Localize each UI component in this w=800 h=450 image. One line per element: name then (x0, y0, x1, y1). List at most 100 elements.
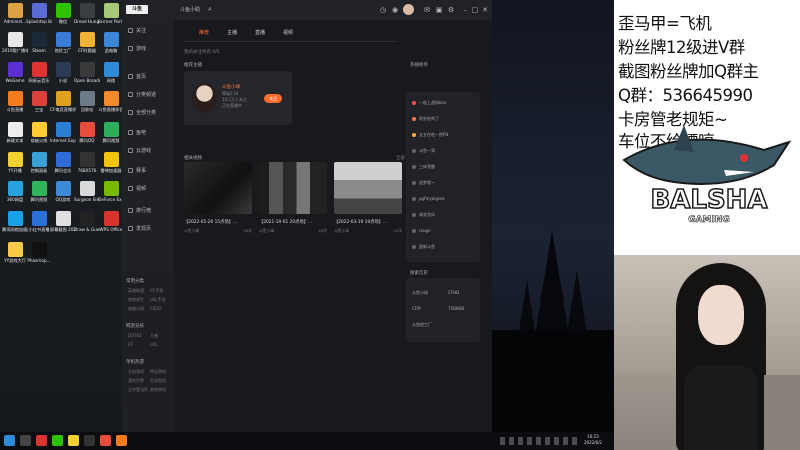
category-link[interactable]: DOTA2 (128, 333, 142, 338)
hot-search-item[interactable]: 五五在吃一把FN (412, 132, 448, 138)
desktop-icon[interactable]: 三宝 (26, 91, 52, 112)
category-link[interactable]: 怀旧游戏 (150, 369, 166, 375)
desktop-icon[interactable]: 腾讯视频 (26, 180, 52, 202)
desktop-icon[interactable]: Open Broadcast... (74, 61, 100, 83)
desktop-icon[interactable]: Draw & Guess (74, 211, 100, 232)
history-item[interactable]: CFHD (448, 290, 459, 295)
hot-search-item[interactable]: 三体答题 (412, 164, 435, 170)
sidebar-item[interactable]: 排行榜 (128, 206, 151, 216)
sidebar-item[interactable]: 关注 (128, 26, 146, 36)
sidebar-item[interactable]: 全部分类 (128, 108, 156, 118)
desktop-icon[interactable]: 此电脑 (98, 31, 124, 53)
desktop-icon[interactable]: Phasmop... (26, 241, 52, 263)
taskbar-app-icon[interactable] (68, 435, 79, 446)
history-item[interactable]: 斗鱼他工厂 (412, 322, 432, 328)
tab-recommend[interactable]: 推荐 (194, 28, 214, 38)
taskbar-app-icon[interactable] (84, 435, 95, 446)
desktop-icon[interactable]: WeGame (2, 61, 28, 83)
desktop-icon[interactable]: Dread Hunger (74, 3, 100, 24)
avatar[interactable] (403, 4, 414, 15)
taskbar-app-icon[interactable] (20, 435, 31, 446)
desktop-icon[interactable]: 2019版广播电视编导... (2, 31, 28, 53)
tab-streamer[interactable]: 主播 (222, 28, 242, 38)
desktop-icon[interactable]: QQ游戏 (50, 180, 76, 202)
category-link[interactable]: 艾尔登法环 (128, 387, 148, 393)
history-item[interactable]: 75BNSB (448, 306, 464, 311)
category-link[interactable]: 生化危机 (150, 378, 166, 384)
follow-button[interactable]: 关注 (264, 94, 282, 103)
video-title[interactable]: 【2022-03-19 19点场】... (334, 219, 402, 225)
taskbar-app-icon[interactable] (100, 435, 111, 446)
history-item[interactable]: CFM (412, 306, 421, 311)
sidebar-item[interactable]: 云游戏 (128, 146, 151, 156)
sidebar-item[interactable]: 游戏 (128, 44, 146, 54)
desktop-icon[interactable]: 新建文本 (2, 121, 28, 143)
video-title[interactable]: 【2022-05-26 15点场】... (184, 219, 252, 225)
video-title[interactable]: 【2021-10-01 20点场】... (259, 219, 327, 225)
sidebar-item[interactable]: 视频 (128, 184, 146, 194)
history-item[interactable]: 斗鱼小球 (412, 290, 428, 296)
category-link[interactable]: 我的世界 (128, 378, 144, 384)
sidebar-item[interactable]: 首页 (128, 72, 146, 82)
category-link[interactable]: LOL手游 (150, 297, 165, 303)
desktop-icon[interactable]: Farmer Party (98, 3, 124, 24)
category-link[interactable]: 其他单机 (150, 387, 166, 393)
sidebar-item[interactable]: 鱼吧 (128, 128, 146, 138)
maximize-icon[interactable]: □ (470, 5, 480, 15)
hot-search-item[interactable]: 阿业吃鸡了 (412, 116, 439, 122)
tab-video[interactable]: 视频 (278, 28, 298, 38)
desktop-icon[interactable]: 斗鱼直播 (2, 91, 28, 112)
desktop-icon[interactable]: 回收站 (74, 91, 100, 112)
tray-clock[interactable]: 16:23 2022/6/2 (584, 434, 602, 446)
hot-search-item[interactable]: 追梦第一 (412, 180, 435, 186)
desktop-icon[interactable]: 穿越火线 (26, 121, 52, 143)
category-link[interactable]: CSGO (150, 306, 162, 311)
hot-search-item[interactable]: rouge (412, 228, 431, 233)
settings-icon[interactable]: ⚙ (446, 5, 456, 15)
video-thumbnail[interactable] (184, 162, 252, 214)
videos-more-link[interactable]: 全部 (396, 155, 405, 161)
desktop-icon[interactable]: 屏幕截图 2022... (50, 211, 76, 232)
desktop-icon[interactable]: 网络 (98, 61, 124, 83)
category-link[interactable]: CF (128, 342, 133, 347)
desktop-icon[interactable]: 斗鱼直播伴侣 (98, 91, 124, 112)
desktop-icon[interactable]: Splashtop Business (26, 3, 52, 24)
desktop-icon[interactable]: 768X576 (74, 152, 100, 173)
category-link[interactable]: 主机游戏 (128, 369, 144, 375)
search-icon[interactable]: ⌕ (208, 5, 212, 14)
video-thumbnail[interactable] (259, 162, 327, 214)
desktop-icon[interactable]: 腾讯QQ (74, 121, 100, 143)
desktop-icon[interactable]: 雷神加速器 (98, 152, 124, 173)
sidebar-item[interactable]: 发现页 (128, 224, 151, 234)
desktop-icon[interactable]: 腾讯视频 (98, 121, 124, 143)
desktop-icon[interactable]: 网易云音乐 (26, 61, 52, 83)
desktop-icon[interactable]: Steam (26, 31, 52, 53)
desktop-icon[interactable]: GeForce Experience (98, 180, 124, 202)
taskbar-app-icon[interactable] (52, 435, 63, 446)
hot-search-item[interactable]: pgfmyeigsee (412, 196, 445, 201)
desktop-icon[interactable]: YY游戏大厅 (2, 241, 28, 263)
desktop-icon[interactable]: Internet Explorer (50, 121, 76, 143)
video-card[interactable]: 【2022-05-26 15点场】... 斗鱼小球 56次 (184, 162, 252, 240)
mail-icon[interactable]: ✉ (422, 5, 432, 15)
desktop-icon[interactable]: Administ... (2, 3, 28, 24)
category-link[interactable]: LOL (150, 342, 157, 347)
streamer-name[interactable]: 斗鱼小球 (222, 84, 240, 90)
desktop-icon[interactable]: 控制面板 (26, 152, 52, 173)
desktop-icon[interactable]: 360网盘 (2, 180, 28, 202)
desktop-icon[interactable]: 微信 (50, 3, 76, 24)
hot-search-item[interactable]: 超新斗鱼 (412, 244, 435, 250)
category-link[interactable]: CF手游 (150, 288, 163, 294)
desktop-icon[interactable]: CF时题器 (74, 31, 100, 53)
video-card[interactable]: 【2022-03-19 19点场】... 斗鱼小球 25次 (334, 162, 402, 240)
sidebar-item[interactable]: 分类频道 (128, 90, 156, 100)
hot-search-item[interactable]: 湖北东风 (412, 212, 435, 218)
category-link[interactable]: 绝地求生 (128, 297, 144, 303)
desktop-icon[interactable]: WPS Office (98, 211, 124, 232)
hot-search-item[interactable]: 一起上战场kiss (412, 100, 447, 106)
taskbar-app-icon[interactable] (116, 435, 127, 446)
minimize-icon[interactable]: – (460, 5, 470, 15)
taskbar-app-icon[interactable] (36, 435, 47, 446)
history-icon[interactable]: ◷ (378, 5, 388, 15)
desktop-icon[interactable]: CF电竞直播伴侣 (50, 91, 76, 112)
